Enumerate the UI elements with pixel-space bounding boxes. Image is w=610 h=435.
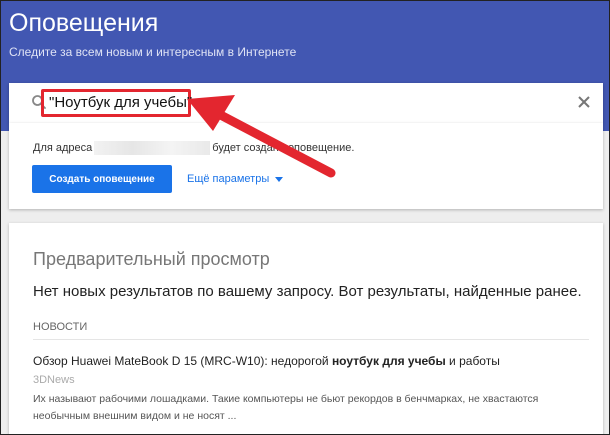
news-item-title[interactable]: Обзор Huawei MateBook D 15 (MRC-W10): не…: [33, 354, 500, 368]
create-alert-card: Для адреса будет создано оповещение. Соз…: [9, 123, 603, 209]
create-alert-button[interactable]: Создать оповещение: [32, 165, 172, 193]
address-prefix: Для адреса: [33, 142, 93, 154]
preview-card: Предварительный просмотр Нет новых резул…: [9, 223, 603, 434]
preview-title: Предварительный просмотр: [33, 249, 270, 269]
redacted-email: [94, 141, 211, 155]
page-title: Оповещения: [9, 9, 159, 37]
search-bar[interactable]: "Ноутбук для учебы": [9, 83, 603, 123]
news-title-highlight: ноутбук для учебы: [331, 354, 446, 368]
more-options-label: Ещё параметры: [187, 173, 270, 185]
section-label-news: НОВОСТИ: [33, 321, 88, 333]
divider: [33, 339, 589, 340]
page-subtitle: Следите за всем новым и интересным в Инт…: [9, 45, 297, 59]
address-row: Для адреса будет создано оповещение.: [33, 141, 354, 155]
news-title-post: и работы: [445, 354, 500, 368]
alerts-window: Оповещения Следите за всем новым и интер…: [0, 0, 610, 435]
search-input[interactable]: "Ноутбук для учебы": [49, 94, 192, 111]
caret-down-icon: [275, 176, 284, 182]
no-results-text: Нет новых результатов по вашему запросу.…: [33, 283, 582, 300]
news-title-pre: Обзор Huawei MateBook D 15 (MRC-W10): не…: [33, 354, 332, 368]
close-icon[interactable]: [575, 93, 593, 111]
address-suffix: будет создано оповещение.: [212, 142, 355, 154]
more-options-link[interactable]: Ещё параметры: [187, 173, 284, 185]
news-snippet: Их называют рабочими лошадками. Такие ко…: [33, 393, 539, 422]
news-source: 3DNews: [33, 374, 75, 386]
